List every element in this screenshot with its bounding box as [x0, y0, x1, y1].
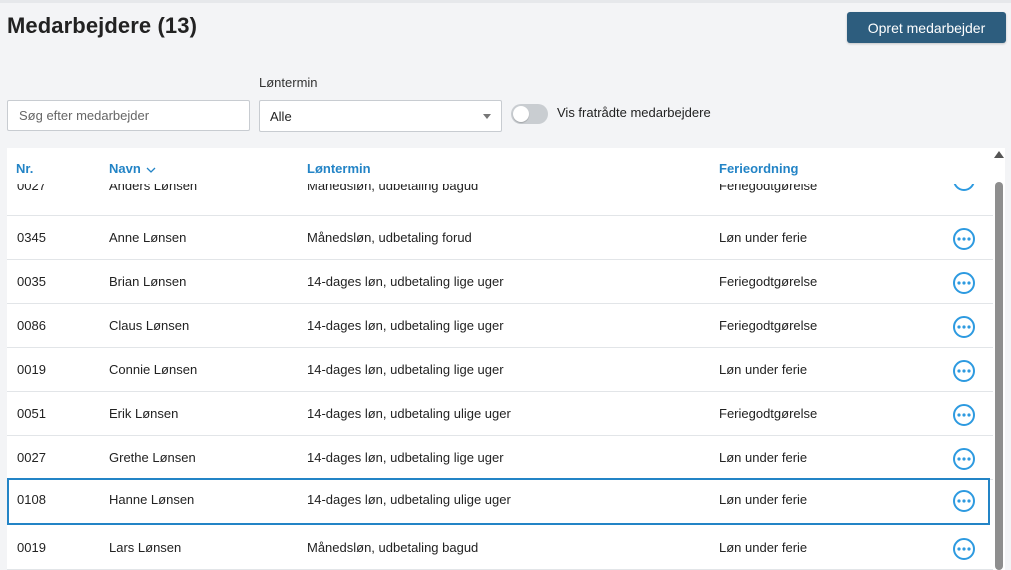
cell-name: Hanne Lønsen — [109, 492, 195, 507]
table-row[interactable]: 0086 Claus Lønsen 14-dages løn, udbetaling… — [7, 304, 993, 348]
cell-nr: 0086 — [17, 318, 46, 333]
cell-holiday: Feriegodtgørelse — [719, 318, 818, 333]
pay-period-select[interactable]: Alle — [259, 100, 502, 132]
cell-name: Claus Lønsen — [109, 318, 190, 333]
employee-table: Nr. Navn Løntermin Ferieordning 0027 Ande… — [7, 148, 993, 570]
more-options-button[interactable] — [953, 316, 975, 338]
table-row[interactable]: 0035 Brian Lønsen 14-dages løn, udbetaling… — [7, 260, 993, 304]
more-options-icon — [957, 457, 971, 461]
more-options-icon — [957, 547, 971, 551]
cell-pay-period: 14-dages løn, udbetaling lige uger — [307, 318, 504, 333]
table-header: Nr. Navn Løntermin Ferieordning — [7, 148, 993, 184]
cell-name: Lars Lønsen — [109, 540, 182, 555]
table-row[interactable]: 0019 Lars Lønsen Månedsløn, udbetaling bag… — [7, 526, 993, 570]
more-options-button[interactable] — [953, 490, 975, 512]
cell-holiday: Løn under ferie — [719, 230, 808, 245]
scrollbar[interactable] — [993, 148, 1005, 570]
pay-period-filter-label: Løntermin — [259, 75, 318, 90]
table-row[interactable]: 0019 Connie Lønsen 14-dages løn, udbetalin… — [7, 348, 993, 392]
scroll-up-arrow-icon[interactable] — [994, 151, 1004, 158]
table-row[interactable]: 0108 Hanne Lønsen 14-dages løn, udbetaling… — [7, 478, 990, 525]
column-header-name[interactable]: Navn — [109, 161, 156, 176]
cell-pay-period: Månedsløn, udbetaling forud — [307, 230, 472, 245]
create-employee-button[interactable]: Opret medarbejder — [847, 12, 1006, 43]
cell-nr: 0051 — [17, 406, 46, 421]
cell-pay-period: 14-dages løn, udbetaling ulige uger — [307, 406, 511, 421]
more-options-button[interactable] — [953, 404, 975, 426]
more-options-button[interactable] — [953, 228, 975, 250]
cell-pay-period: 14-dages løn, udbetaling lige uger — [307, 450, 504, 465]
column-header-nr[interactable]: Nr. — [16, 161, 33, 176]
show-resigned-label: Vis fratrådte medarbejdere — [557, 105, 711, 120]
cell-holiday: Løn under ferie — [719, 540, 808, 555]
table-row[interactable]: 0051 Erik Lønsen 14-dages løn, udbetaling … — [7, 392, 993, 436]
chevron-down-icon — [146, 167, 156, 173]
cell-nr: 0019 — [17, 540, 46, 555]
pay-period-select-value: Alle — [270, 108, 292, 124]
search-input[interactable] — [7, 100, 250, 131]
cell-pay-period: 14-dages løn, udbetaling ulige uger — [307, 492, 511, 507]
more-options-icon — [957, 281, 971, 285]
cell-pay-period: Månedsløn, udbetaling bagud — [307, 540, 479, 555]
column-header-pay-period[interactable]: Løntermin — [307, 161, 371, 176]
cell-pay-period: 14-dages løn, udbetaling lige uger — [307, 274, 504, 289]
column-header-holiday[interactable]: Ferieordning — [719, 161, 798, 176]
cell-nr: 0035 — [17, 274, 46, 289]
cell-name: Erik Lønsen — [109, 406, 179, 421]
cell-nr: 0108 — [17, 492, 46, 507]
more-options-button[interactable] — [953, 538, 975, 560]
table-row[interactable]: 0027 Grethe Lønsen 14-dages løn, udbetalin… — [7, 436, 993, 480]
more-options-icon — [957, 369, 971, 373]
cell-holiday: Løn under ferie — [719, 450, 808, 465]
cell-name: Brian Lønsen — [109, 274, 187, 289]
caret-down-icon — [483, 114, 491, 119]
cell-nr: 0019 — [17, 362, 46, 377]
cell-holiday: Feriegodtgørelse — [719, 406, 818, 421]
more-options-button[interactable] — [953, 448, 975, 470]
more-options-icon — [957, 413, 971, 417]
cell-holiday: Feriegodtgørelse — [719, 274, 818, 289]
more-options-icon — [957, 237, 971, 241]
scrollbar-thumb[interactable] — [995, 182, 1003, 570]
cell-holiday: Løn under ferie — [719, 492, 808, 507]
show-resigned-toggle[interactable] — [511, 104, 548, 124]
toggle-knob — [513, 106, 529, 122]
table-row[interactable]: 0345 Anne Lønsen Månedsløn, udbetaling for… — [7, 216, 993, 260]
column-header-name-label: Navn — [109, 161, 141, 176]
cell-name: Grethe Lønsen — [109, 450, 196, 465]
more-options-button[interactable] — [953, 360, 975, 382]
more-options-icon — [957, 325, 971, 329]
more-options-button[interactable] — [953, 272, 975, 294]
cell-holiday: Løn under ferie — [719, 362, 808, 377]
top-border — [0, 0, 1011, 3]
cell-name: Connie Lønsen — [109, 362, 198, 377]
cell-nr: 0027 — [17, 450, 46, 465]
cell-pay-period: 14-dages løn, udbetaling lige uger — [307, 362, 504, 377]
cell-nr: 0345 — [17, 230, 46, 245]
cell-name: Anne Lønsen — [109, 230, 187, 245]
page-title: Medarbejdere (13) — [7, 13, 197, 38]
more-options-icon — [957, 499, 971, 503]
